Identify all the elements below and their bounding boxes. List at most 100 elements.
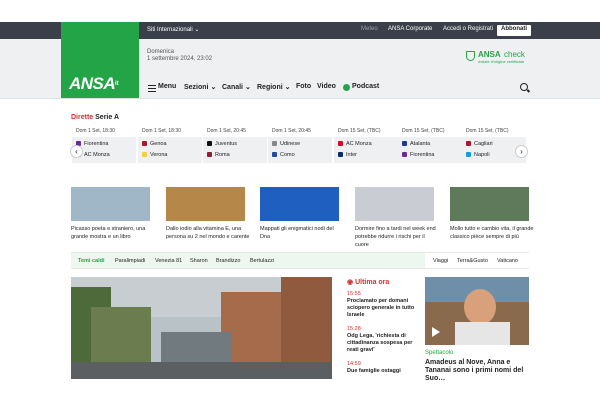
home-team-name: Udinese [280,141,301,147]
news-thumbnail[interactable] [166,187,245,221]
match-date: Dom 1 Set, 20:45 [207,128,246,134]
temi-caldi-label: Temi caldi [78,258,105,264]
away-team: Fiorentina [402,150,458,161]
side-category[interactable]: Spettacolo [425,350,453,356]
match-card[interactable]: Dom 15 Set, (TBC) AC Monza Inter [334,128,398,164]
nav-regioni[interactable]: Regioni ⌄ [257,83,290,91]
match-date: Dom 1 Set, 20:45 [272,128,311,134]
siti-internazionali-dropdown[interactable]: Siti Internazionali ⌄ [147,26,199,33]
nav-video[interactable]: Video [317,83,336,90]
terra-gusto-link[interactable]: Terra&Gusto [457,258,488,264]
away-team-name: AC Monza [84,152,110,158]
match-card[interactable]: Dom 1 Set, 18:30 Genoa Verona [138,128,202,164]
news-thumbnail[interactable] [355,187,434,221]
match-teams: Atalanta Fiorentina [398,137,462,163]
match-date: Dom 1 Set, 18:30 [142,128,181,134]
match-card[interactable]: Dom 1 Set, 20:45 Udinese Como [268,128,332,164]
ultima-headline[interactable]: Odg Lega, 'richiesta di cittadinanza sos… [347,333,417,354]
match-teams: Udinese Como [268,137,332,163]
menu-button[interactable]: Menu [158,83,176,90]
match-teams: Juventus Roma [203,137,267,163]
meteo-link[interactable]: Meteo [361,26,378,32]
check-word: check [504,50,525,59]
viaggi-link[interactable]: Viaggi [433,258,448,264]
away-team: Inter [338,150,394,161]
news-thumbnail[interactable] [71,187,150,221]
news-thumbnail[interactable] [450,187,529,221]
away-team: Como [272,150,328,161]
carousel-prev-button[interactable]: ‹ [70,145,83,158]
ultima-time: 14:59 [347,361,361,367]
temi-right-box: Viaggi Terra&Gusto Vaticano [425,253,529,268]
login-link[interactable]: Accedi o Registrati [443,26,493,32]
ultima-time: 15:28 [347,326,361,332]
news-caption[interactable]: Dallo iodio alla vitamina E, una persona… [166,225,250,241]
vaticano-link[interactable]: Vaticano [497,258,518,264]
news-caption[interactable]: Dormire fino a tardi nel week end potreb… [355,225,439,249]
home-team: Juventus [207,139,263,150]
match-teams: AC Monza Inter [334,137,398,163]
check-brand: ANSA [478,50,501,59]
home-team-name: Genoa [150,141,167,147]
ultima-headline[interactable]: Due famiglie ostaggi [347,368,417,375]
shield-check-icon [466,51,475,61]
side-story-image[interactable] [425,277,529,345]
check-subtitle: notizie d'origine certificata [478,59,524,64]
nav-sezioni-label: Sezioni [184,84,209,91]
temi-caldi-bar: Temi caldi Paralimpiadi Venezia 81 Sharo… [71,252,529,269]
away-crest-icon [466,152,471,158]
temi-item[interactable]: Bertulazzi [250,258,274,264]
away-team: Napoli [466,150,522,161]
side-headline[interactable]: Amadeus al Nove, Anna e Tananai sono i p… [425,359,529,383]
nav-canali[interactable]: Canali ⌄ [222,83,251,91]
temi-item[interactable]: Sharon [190,258,208,264]
lead-story-image[interactable] [71,277,332,379]
home-crest-icon [207,141,212,147]
carousel-next-button[interactable]: › [515,145,528,158]
away-crest-icon [338,152,343,158]
home-team: Udinese [272,139,328,150]
home-crest-icon [402,141,407,147]
temi-item[interactable]: Venezia 81 [155,258,182,264]
abbonati-button[interactable]: Abbonati [497,25,531,36]
ansa-corporate-link[interactable]: ANSA Corporate [388,26,432,32]
news-caption[interactable]: Mappati gli enigmatici nodi del Dna [260,225,344,241]
home-team: Atalanta [402,139,458,150]
nav-sezioni[interactable]: Sezioni ⌄ [184,83,216,91]
match-card[interactable]: Dom 1 Set, 20:45 Juventus Roma [203,128,267,164]
nav-regioni-label: Regioni [257,84,283,91]
match-card[interactable]: Dom 1 Set, 18:30 Fiorentina AC Monza [72,128,136,164]
home-crest-icon [142,141,147,147]
date-full: 1 settembre 2024, 23:02 [147,56,213,62]
home-crest-icon [338,141,343,147]
match-card[interactable]: Dom 15 Set, (TBC) Atalanta Fiorentina [398,128,462,164]
temi-item[interactable]: Paralimpiadi [115,258,145,264]
nav-canali-label: Canali [222,84,244,91]
play-icon[interactable] [432,327,440,337]
ultima-headline[interactable]: Proclamato per domani sciopero generale … [347,298,417,319]
away-team-name: Verona [150,152,168,158]
home-team: Genoa [142,139,198,150]
temi-item[interactable]: Brandizzo [216,258,240,264]
main-nav: Menu Sezioni ⌄ Canali ⌄ Regioni ⌄ Foto V… [0,83,600,97]
away-crest-icon [142,152,147,158]
away-team-name: Roma [215,152,230,158]
away-team: Verona [142,150,198,161]
news-caption[interactable]: Picasso poeta e straniero, una grande mo… [71,225,155,241]
ultima-ora-heading: ◉ Ultima ora [347,279,390,286]
news-caption[interactable]: Mollo tutto e cambio vita, il grande cla… [450,225,534,241]
away-team: Roma [207,150,263,161]
nav-podcast[interactable]: Podcast [352,83,379,90]
home-team-name: AC Monza [346,141,372,147]
match-teams: Genoa Verona [138,137,202,163]
home-team-name: Fiorentina [84,141,109,147]
home-team: Cagliari [466,139,522,150]
home-team-name: Juventus [215,141,238,147]
home-team-name: Cagliari [474,141,493,147]
away-team: AC Monza [76,150,132,161]
date-day: Domenica [147,49,175,55]
news-thumbnail[interactable] [260,187,339,221]
search-icon[interactable] [520,83,528,91]
nav-foto[interactable]: Foto [296,83,311,90]
away-crest-icon [207,152,212,158]
